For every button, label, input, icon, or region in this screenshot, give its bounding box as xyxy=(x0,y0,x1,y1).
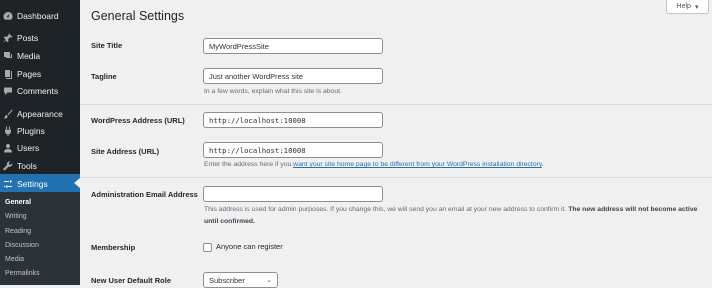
sidebar-item-label: Posts xyxy=(17,32,39,43)
tagline-input[interactable]: Just another WordPress site xyxy=(203,68,383,84)
sidebar-item-label: Settings xyxy=(17,178,48,189)
site-address-description-suffix: . xyxy=(541,161,544,168)
default-role-select[interactable]: Subscriber ⌄ xyxy=(203,272,278,288)
sidebar-item-posts[interactable]: Posts xyxy=(0,28,80,47)
pages-icon xyxy=(3,69,13,79)
site-address-description-prefix: Enter the address here if you xyxy=(204,161,294,168)
caret-down-icon: ▾ xyxy=(694,3,699,11)
sidebar-item-tools[interactable]: Tools xyxy=(0,156,80,175)
sidebar-item-media[interactable]: Media xyxy=(0,46,80,65)
page-title: General Settings xyxy=(91,9,185,23)
plug-icon xyxy=(3,126,13,136)
submenu-item-discussion[interactable]: Discussion xyxy=(5,242,39,249)
submenu-item-reading[interactable]: Reading xyxy=(5,228,31,235)
section-divider xyxy=(80,177,712,178)
sidebar-item-users[interactable]: Users xyxy=(0,138,80,157)
submenu-item-permalinks[interactable]: Permalinks xyxy=(5,270,40,277)
media-icon xyxy=(3,51,13,61)
sidebar-item-label: Media xyxy=(17,50,41,61)
site-address-help-link[interactable]: want your site home page to be different… xyxy=(293,161,542,168)
wp-address-label: WordPress Address (URL) xyxy=(91,116,185,125)
site-address-description: Enter the address here if you want your … xyxy=(204,159,544,171)
membership-label: Membership xyxy=(91,243,136,252)
paintbrush-icon xyxy=(3,109,13,119)
admin-email-description-text: This address is used for admin purposes.… xyxy=(204,206,569,213)
site-title-label: Site Title xyxy=(91,41,123,50)
sidebar-item-label: Appearance xyxy=(17,108,63,119)
sidebar-item-settings[interactable]: Settings xyxy=(0,174,80,193)
sidebar-item-comments[interactable]: Comments xyxy=(0,81,80,100)
active-menu-arrow xyxy=(74,178,80,188)
sidebar-item-dashboard[interactable]: Dashboard xyxy=(0,6,80,25)
default-role-value: Subscriber xyxy=(209,275,245,285)
help-label: Help xyxy=(676,3,691,10)
default-role-label: New User Default Role xyxy=(91,276,172,285)
tagline-description: In a few words, explain what this site i… xyxy=(204,88,342,95)
submenu-item-writing[interactable]: Writing xyxy=(5,213,27,220)
chevron-down-icon: ⌄ xyxy=(266,277,272,284)
help-button[interactable]: Help ▾ xyxy=(666,0,709,14)
sidebar-item-label: Pages xyxy=(17,68,42,79)
users-icon xyxy=(3,143,13,153)
submenu-item-general[interactable]: General xyxy=(5,199,31,206)
sidebar-item-label: Plugins xyxy=(17,125,45,136)
anyone-can-register-checkbox[interactable] xyxy=(203,243,212,252)
admin-email-input[interactable] xyxy=(203,186,383,202)
sidebar-item-label: Comments xyxy=(17,85,59,96)
site-address-input[interactable]: http://localhost:10008 xyxy=(203,142,383,158)
admin-sidebar: Dashboard Posts Media Pages Comments App… xyxy=(0,0,80,285)
dashboard-icon xyxy=(3,11,13,21)
admin-email-label: Administration Email Address xyxy=(91,190,198,199)
sidebar-item-label: Users xyxy=(17,142,40,153)
site-address-label: Site Address (URL) xyxy=(91,147,160,156)
sidebar-item-label: Dashboard xyxy=(17,10,59,21)
anyone-can-register-label[interactable]: Anyone can register xyxy=(216,242,283,251)
settings-icon xyxy=(3,179,13,189)
section-divider xyxy=(80,104,712,105)
comments-icon xyxy=(3,86,13,96)
settings-submenu: General Writing Reading Discussion Media… xyxy=(0,192,80,285)
wp-address-input[interactable]: http://localhost:10008 xyxy=(203,112,383,128)
wrench-icon xyxy=(3,160,13,171)
sidebar-item-label: Tools xyxy=(17,160,37,171)
admin-email-description: This address is used for admin purposes.… xyxy=(204,204,699,228)
pushpin-icon xyxy=(3,33,13,43)
submenu-item-media[interactable]: Media xyxy=(5,256,24,263)
tagline-label: Tagline xyxy=(91,72,117,81)
site-title-input[interactable]: MyWordPressSite xyxy=(203,38,383,54)
